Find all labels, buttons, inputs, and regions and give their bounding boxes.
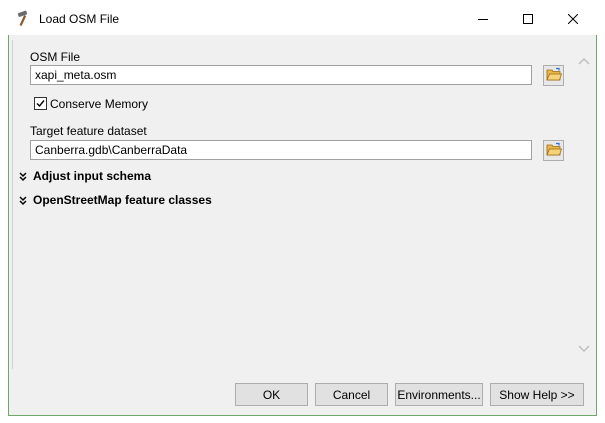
- conserve-memory-checkbox[interactable]: [34, 97, 47, 110]
- environments-button[interactable]: Environments...: [395, 383, 483, 406]
- cancel-button[interactable]: Cancel: [315, 383, 388, 406]
- chevron-up-icon: [578, 54, 590, 68]
- dialog-window: Load OSM File OSM File xapi_meta.osm Con…: [0, 0, 605, 423]
- osm-file-input[interactable]: xapi_meta.osm: [30, 65, 532, 85]
- open-folder-icon: [545, 142, 562, 159]
- open-folder-icon: [545, 67, 562, 84]
- dialog-body: OSM File xapi_meta.osm Conserve Memory T…: [8, 35, 597, 416]
- close-button[interactable]: [550, 6, 596, 32]
- maximize-button[interactable]: [505, 6, 551, 32]
- section-osm-feature-classes[interactable]: OpenStreetMap feature classes: [18, 193, 212, 207]
- minimize-icon: [478, 14, 488, 24]
- close-icon: [568, 14, 578, 24]
- scroll-down-button[interactable]: [576, 341, 592, 357]
- osm-file-browse-button[interactable]: [543, 65, 564, 86]
- window-title: Load OSM File: [39, 12, 120, 26]
- parameters-pane[interactable]: OSM File xapi_meta.osm Conserve Memory T…: [12, 40, 590, 369]
- section-label: Adjust input schema: [33, 169, 152, 183]
- target-dataset-browse-button[interactable]: [543, 140, 564, 161]
- double-chevron-down-icon: [18, 171, 28, 182]
- double-chevron-down-icon: [18, 195, 28, 206]
- conserve-memory-label[interactable]: Conserve Memory: [50, 97, 148, 111]
- minimize-button[interactable]: [460, 6, 506, 32]
- section-adjust-input-schema[interactable]: Adjust input schema: [18, 169, 151, 183]
- target-dataset-label: Target feature dataset: [30, 124, 147, 138]
- show-help-button[interactable]: Show Help >>: [490, 383, 584, 406]
- scroll-up-button[interactable]: [576, 53, 592, 69]
- ok-button[interactable]: OK: [235, 383, 308, 406]
- target-dataset-input[interactable]: Canberra.gdb\CanberraData: [30, 140, 532, 160]
- title-bar[interactable]: Load OSM File: [8, 6, 598, 32]
- maximize-icon: [523, 14, 533, 24]
- hammer-icon: [15, 10, 33, 28]
- checkmark-icon: [36, 97, 45, 111]
- osm-file-label: OSM File: [30, 50, 81, 64]
- chevron-down-icon: [578, 342, 590, 356]
- section-label: OpenStreetMap feature classes: [33, 193, 212, 207]
